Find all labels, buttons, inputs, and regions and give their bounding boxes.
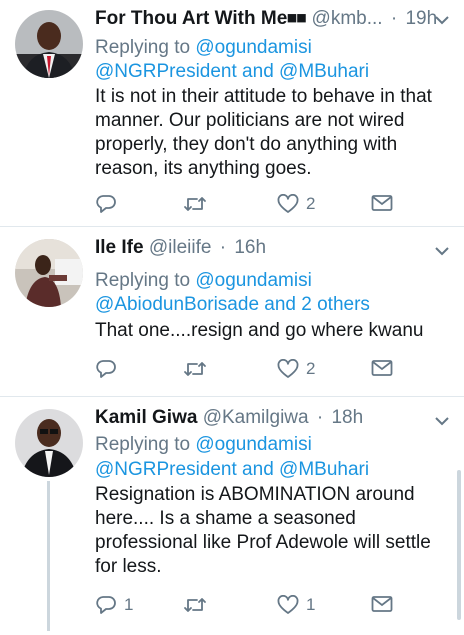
reply-count: 1 (124, 595, 134, 614)
envelope-icon (371, 360, 393, 376)
tweet-actions: 2 (95, 194, 395, 218)
replying-to-label: Replying to (95, 434, 191, 455)
chevron-down-icon[interactable] (434, 15, 450, 25)
tweet-actions: 1 1 (95, 595, 395, 619)
username[interactable]: @kmb... (312, 8, 383, 29)
display-name[interactable]: Kamil Giwa (95, 407, 197, 428)
tweet-header: Kamil Giwa @Kamilgiwa · 18h (95, 407, 454, 429)
reply-button[interactable]: 1 (95, 595, 133, 615)
retweet-icon (184, 598, 206, 612)
heart-icon (277, 595, 299, 614)
replying-to: Replying to @ogundamisi (95, 36, 312, 60)
avatar[interactable] (15, 10, 83, 78)
retweet-button[interactable] (183, 595, 214, 615)
heart-icon (277, 194, 299, 213)
tweet-card[interactable]: For Thou Art With Me⏹⏹ @kmb... · 19h Rep… (0, 0, 464, 226)
thread-line (47, 481, 50, 631)
timestamp[interactable]: 18h (331, 407, 363, 428)
display-name[interactable]: For Thou Art With Me⏹⏹ (95, 8, 306, 29)
timestamp[interactable]: 19h (405, 8, 437, 29)
tweet-header: Ile Ife @ileiife · 16h (95, 237, 454, 259)
mention-link[interactable]: @ogundamisi (195, 270, 311, 291)
mention-link[interactable]: @NGRPresident and @MBuhari (95, 60, 369, 84)
mention-link[interactable]: @ogundamisi (195, 434, 311, 455)
mention-link[interactable]: @NGRPresident and @MBuhari (95, 458, 369, 482)
like-count: 1 (306, 595, 316, 614)
username[interactable]: @Kamilgiwa (203, 407, 309, 428)
reply-icon (96, 195, 116, 213)
chevron-down-icon[interactable] (434, 416, 450, 426)
tweet-actions: 2 (95, 359, 395, 383)
reply-button[interactable] (95, 194, 124, 214)
avatar[interactable] (15, 409, 83, 477)
envelope-icon (371, 596, 393, 612)
mention-link[interactable]: @ogundamisi (195, 37, 311, 58)
tweet-card[interactable]: Ile Ife @ileiife · 16h Replying to @ogun… (0, 227, 464, 395)
direct-message-button[interactable] (371, 595, 393, 613)
tweet-text: That one....resign and go where kwanu (95, 320, 424, 341)
mention-link[interactable]: @AbiodunBorisade and 2 others (95, 293, 370, 317)
separator-dot: · (390, 8, 398, 29)
tweet-text: It is not in their attitude to behave in… (95, 86, 432, 179)
separator-dot: · (219, 237, 227, 258)
retweet-button[interactable] (183, 194, 214, 214)
like-button[interactable]: 1 (277, 595, 315, 615)
like-button[interactable]: 2 (277, 359, 315, 379)
reply-icon (96, 596, 116, 614)
replying-to-label: Replying to (95, 270, 191, 291)
reply-button[interactable] (95, 359, 124, 379)
envelope-icon (371, 195, 393, 211)
reply-icon (96, 360, 116, 378)
replying-to-label: Replying to (95, 37, 191, 58)
retweet-button[interactable] (183, 359, 214, 379)
scrollbar[interactable] (457, 470, 461, 620)
tweet-text: Resignation is ABOMINATION around here..… (95, 484, 431, 577)
chevron-down-icon[interactable] (434, 246, 450, 256)
direct-message-button[interactable] (371, 194, 393, 212)
heart-icon (277, 359, 299, 378)
tweet-card[interactable]: Kamil Giwa @Kamilgiwa · 18h Replying to … (0, 397, 464, 635)
separator-dot: · (316, 407, 324, 428)
username[interactable]: @ileiife (149, 237, 212, 258)
replying-to: Replying to @ogundamisi (95, 269, 312, 293)
tweet-header: For Thou Art With Me⏹⏹ @kmb... · 19h (95, 8, 454, 30)
display-name[interactable]: Ile Ife (95, 237, 144, 258)
avatar[interactable] (15, 239, 83, 307)
replying-to: Replying to @ogundamisi (95, 433, 312, 457)
timestamp[interactable]: 16h (234, 237, 266, 258)
like-count: 2 (306, 359, 316, 378)
like-count: 2 (306, 194, 316, 213)
retweet-icon (184, 362, 206, 376)
retweet-icon (184, 197, 206, 211)
direct-message-button[interactable] (371, 359, 393, 377)
like-button[interactable]: 2 (277, 194, 315, 214)
